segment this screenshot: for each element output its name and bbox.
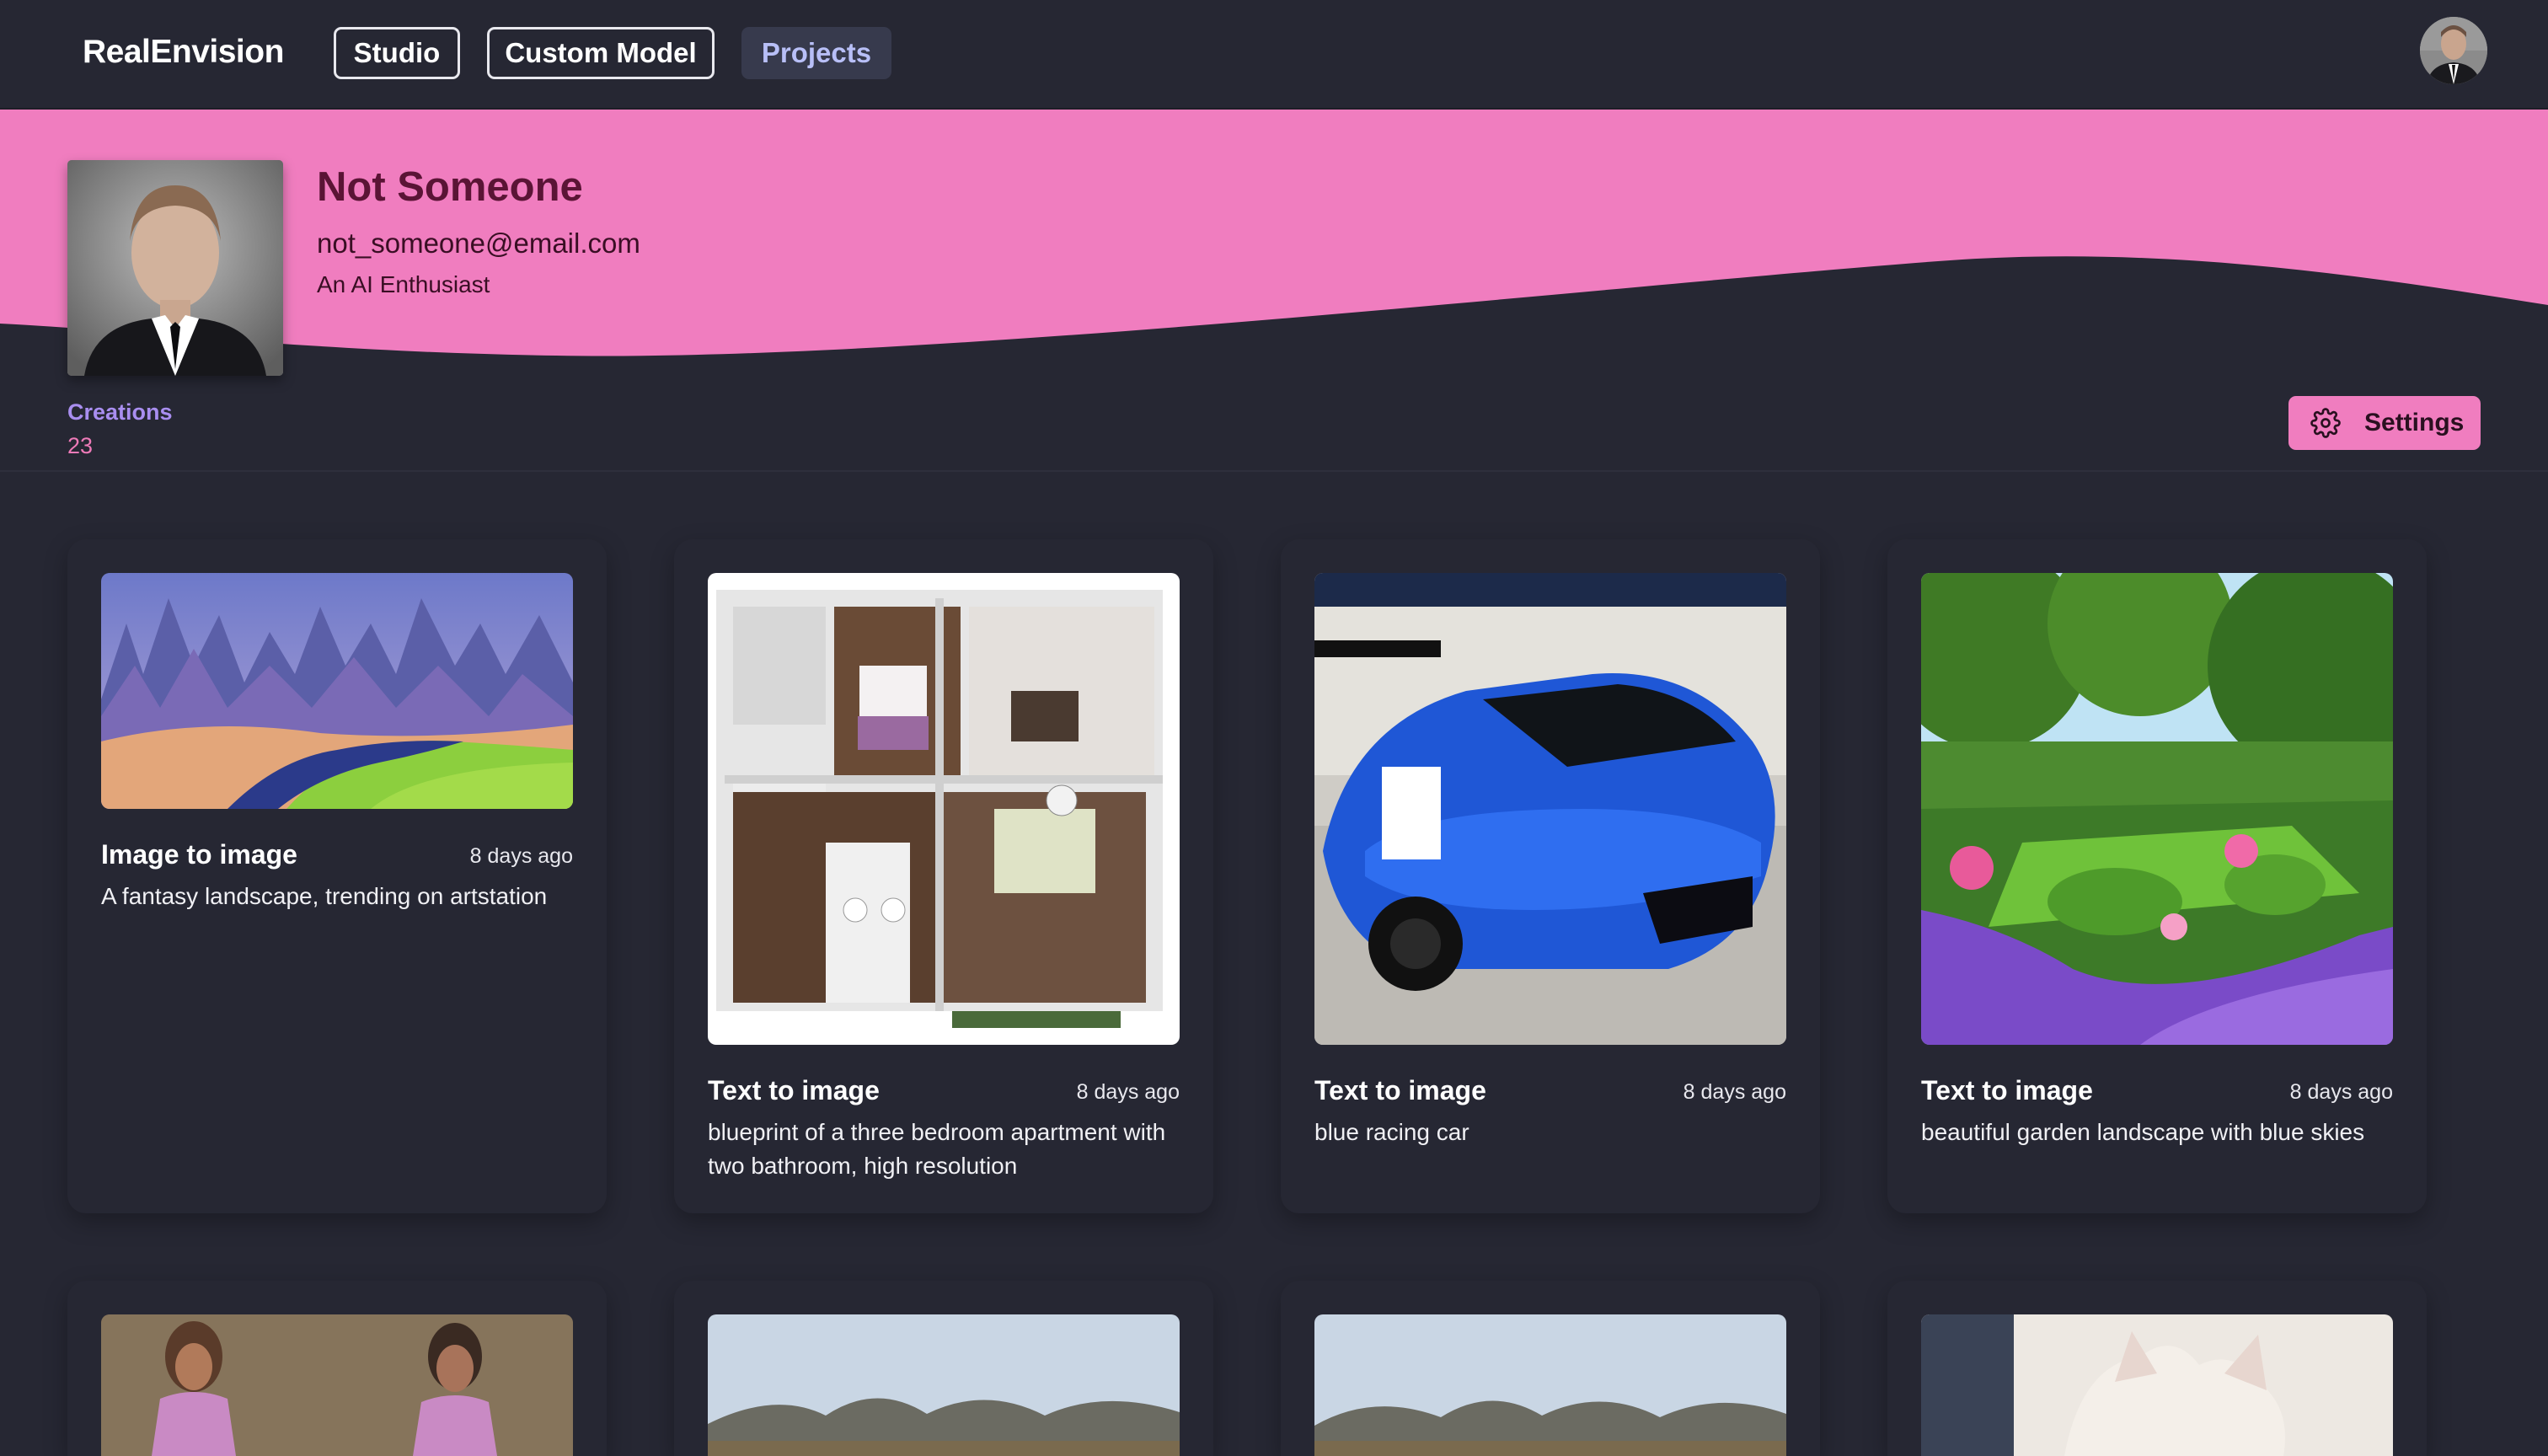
- creations-count: 23: [67, 433, 94, 458]
- gear-icon: [2310, 408, 2341, 438]
- creation-thumbnail[interactable]: [101, 573, 573, 809]
- card-title: Text to image: [708, 1075, 880, 1105]
- divider: [0, 470, 2548, 472]
- nav-projects-button[interactable]: Projects: [741, 27, 891, 79]
- card-timestamp: 8 days ago: [2289, 1080, 2393, 1104]
- creation-thumbnail[interactable]: [708, 573, 1180, 1045]
- creation-card[interactable]: [1887, 1281, 2427, 1456]
- creation-thumbnail[interactable]: [1921, 573, 2393, 1045]
- creation-thumbnail[interactable]: [1314, 573, 1786, 1045]
- creation-card[interactable]: Image to image 8 days ago A fantasy land…: [67, 539, 607, 1213]
- user-avatar[interactable]: [2420, 17, 2487, 84]
- settings-button[interactable]: Settings: [2288, 396, 2481, 450]
- nav-custom-model-button[interactable]: Custom Model: [487, 27, 715, 79]
- profile-bio: An AI Enthusiast: [317, 271, 490, 297]
- creation-card[interactable]: [1281, 1281, 1820, 1456]
- settings-label: Settings: [2364, 409, 2465, 436]
- creation-card[interactable]: Text to image 8 days ago blue racing car: [1281, 539, 1820, 1213]
- card-description: beautiful garden landscape with blue ski…: [1921, 1119, 2365, 1145]
- card-description: blue racing car: [1314, 1119, 1469, 1145]
- creation-thumbnail[interactable]: [708, 1314, 1180, 1456]
- creation-thumbnail[interactable]: [1921, 1314, 2393, 1456]
- profile-name: Not Someone: [317, 164, 583, 210]
- top-navbar: RealEnvision Studio Custom Model Project…: [0, 0, 2548, 110]
- nav-studio-button[interactable]: Studio: [334, 27, 460, 79]
- creations-label: Creations: [67, 399, 173, 425]
- creation-card[interactable]: Text to image 8 days ago beautiful garde…: [1887, 539, 2427, 1213]
- creation-thumbnail[interactable]: [101, 1314, 573, 1456]
- creation-card[interactable]: Text to image 8 days ago blueprint of a …: [674, 539, 1213, 1213]
- creation-thumbnail[interactable]: [1314, 1314, 1786, 1456]
- card-title: Text to image: [1921, 1075, 2093, 1105]
- card-description: A fantasy landscape, trending on artstat…: [101, 883, 548, 909]
- card-title: Image to image: [101, 839, 297, 870]
- card-description: blueprint of a three bedroom apartment w…: [708, 1119, 1166, 1179]
- creation-card[interactable]: [67, 1281, 607, 1456]
- profile-email: not_someone@email.com: [317, 228, 640, 259]
- brand-logo[interactable]: RealEnvision: [83, 34, 284, 71]
- profile-photo: [67, 160, 283, 376]
- creation-card[interactable]: [674, 1281, 1213, 1456]
- card-timestamp: 8 days ago: [1683, 1080, 1786, 1104]
- card-timestamp: 8 days ago: [469, 844, 573, 868]
- card-timestamp: 8 days ago: [1076, 1080, 1180, 1104]
- card-title: Text to image: [1314, 1075, 1486, 1105]
